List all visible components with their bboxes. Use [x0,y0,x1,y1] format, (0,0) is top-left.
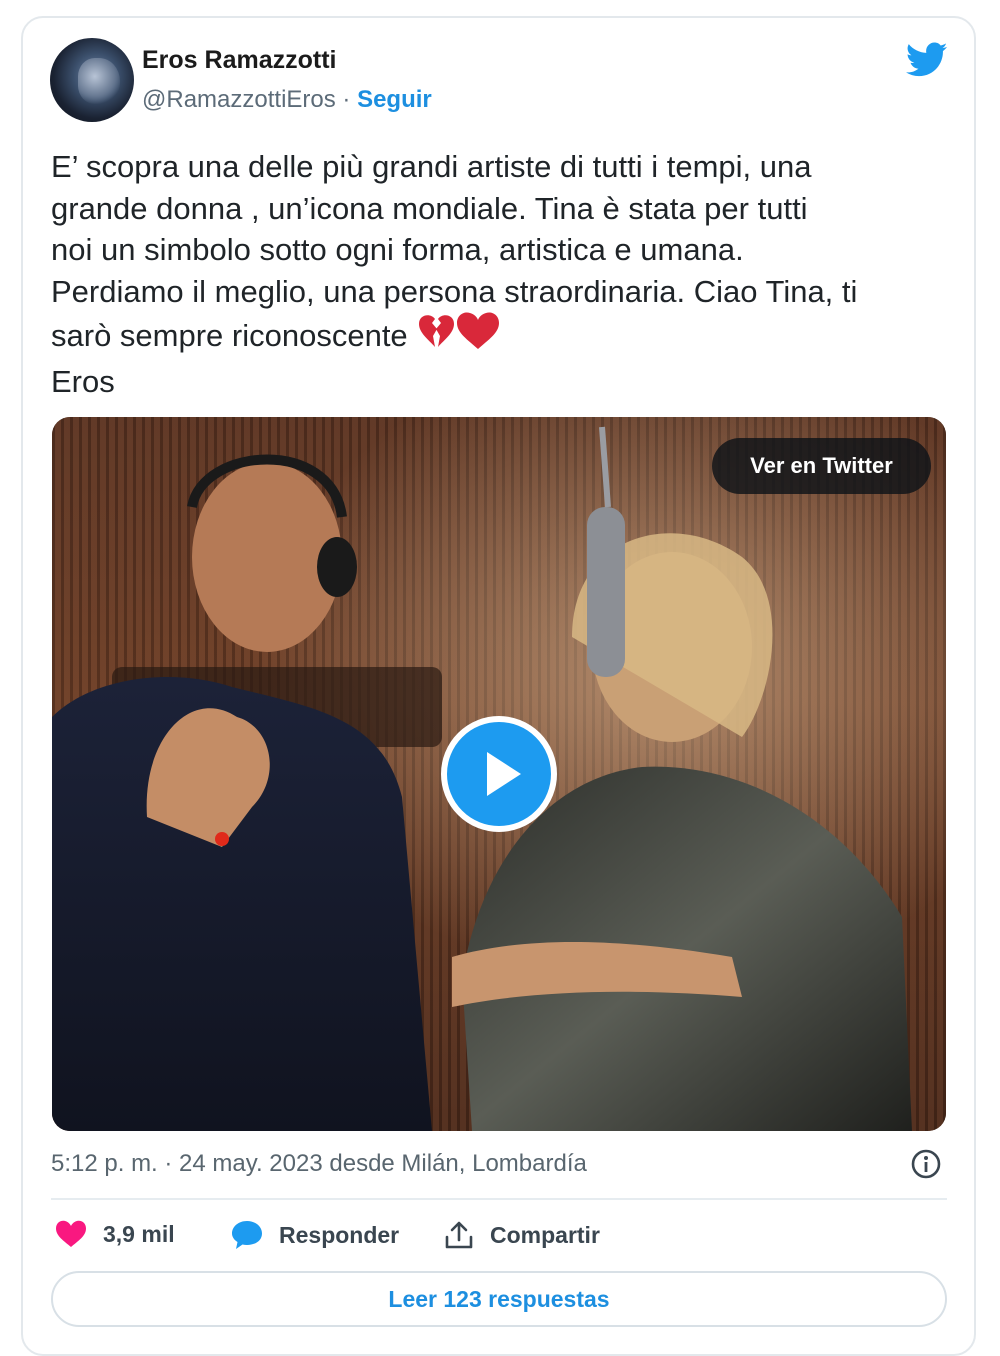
like-button[interactable]: 3,9 mil [55,1220,175,1248]
divider [51,1198,947,1200]
avatar[interactable] [50,38,134,122]
author-name[interactable]: Eros Ramazzotti [142,46,336,75]
share-label: Compartir [490,1221,600,1248]
tweet-timestamp[interactable]: 5:12 p. m. · 24 may. 2023 desde Milán, L… [51,1150,587,1178]
read-replies-button[interactable]: Leer 123 respuestas [51,1271,947,1327]
handle-separator: · [335,86,358,113]
view-on-twitter-button[interactable]: Ver en Twitter [712,438,931,494]
tweet-text: E’ scopra una delle più grandi artiste d… [51,146,951,402]
play-icon [487,752,521,796]
play-button[interactable] [441,716,557,832]
follow-button[interactable]: Seguir [357,86,432,113]
share-button[interactable]: Compartir [444,1220,600,1250]
video-player[interactable]: Ver en Twitter [52,417,946,1131]
tweet-signature: Eros [51,363,115,399]
reply-button[interactable]: Responder [231,1220,399,1250]
broken-heart-icon [416,314,456,361]
heart-icon [55,1220,87,1248]
author-handle-row: @RamazzottiEros · Seguir [142,86,432,114]
like-count: 3,9 mil [103,1220,175,1247]
reply-label: Responder [279,1221,400,1248]
author-handle[interactable]: @RamazzottiEros [142,86,336,113]
info-icon[interactable] [910,1148,942,1180]
share-icon [444,1220,474,1250]
twitter-bird-icon[interactable] [906,42,948,78]
red-heart-icon [456,312,500,361]
reply-bubble-icon [231,1220,263,1250]
